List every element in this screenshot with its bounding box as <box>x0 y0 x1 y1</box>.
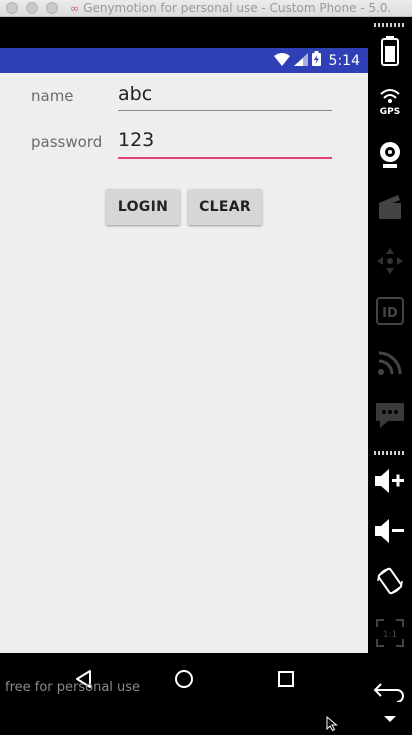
password-input-underline <box>118 157 332 159</box>
clear-button[interactable]: CLEAR <box>188 189 262 225</box>
id-icon[interactable]: ID <box>372 293 408 329</box>
volume-down-icon[interactable] <box>372 513 408 549</box>
nav-recents-button[interactable] <box>274 667 298 691</box>
message-icon[interactable] <box>372 397 408 433</box>
app-content: name abc password 123 LOGIN CLEAR <box>0 73 368 653</box>
signal-icon <box>293 51 308 70</box>
capture-icon[interactable] <box>372 189 408 225</box>
genymotion-tool-sidebar: GPS ID 1:1 <box>368 17 412 731</box>
gps-icon[interactable]: GPS <box>372 83 408 119</box>
genymotion-logo-icon: ∞ <box>70 2 80 15</box>
name-input-value: abc <box>118 83 153 105</box>
login-button[interactable]: LOGIN <box>106 189 180 225</box>
mouse-cursor-icon <box>326 715 338 735</box>
webcam-icon[interactable] <box>372 137 408 173</box>
network-icon[interactable] <box>372 345 408 381</box>
emulator-screen: 5:14 name abc password 123 LOGIN CLEAR f… <box>0 17 368 731</box>
name-input-underline <box>118 110 332 111</box>
minimize-window-button[interactable] <box>26 2 38 14</box>
back-icon[interactable] <box>372 673 408 709</box>
window-title: ∞ Genymotion for personal use - Custom Ph… <box>70 1 392 15</box>
battery-charging-icon <box>311 51 321 70</box>
password-input[interactable]: 123 <box>118 127 332 159</box>
name-label: name <box>31 87 74 105</box>
sidebar-grip-middle <box>374 451 406 455</box>
dpad-icon[interactable] <box>372 243 408 279</box>
close-window-button[interactable] <box>6 2 18 14</box>
svg-text:GPS: GPS <box>380 107 400 116</box>
status-time: 5:14 <box>328 52 360 69</box>
zoom-window-button[interactable] <box>46 2 58 14</box>
sidebar-grip-top <box>374 23 406 27</box>
watermark-text: free for personal use <box>5 680 141 695</box>
rotate-icon[interactable] <box>372 563 408 599</box>
name-input[interactable]: abc <box>118 81 332 111</box>
volume-up-icon[interactable] <box>372 463 408 499</box>
pixel-perfect-icon[interactable]: 1:1 <box>372 615 408 651</box>
nav-home-button[interactable] <box>172 667 196 691</box>
password-input-value: 123 <box>118 129 155 151</box>
android-status-bar: 5:14 <box>0 48 368 73</box>
svg-text:ID: ID <box>382 306 398 321</box>
wifi-icon <box>273 51 290 70</box>
svg-text:1:1: 1:1 <box>383 630 397 640</box>
password-label: password <box>31 133 103 151</box>
battery-icon[interactable] <box>372 33 408 69</box>
window-title-bar: ∞ Genymotion for personal use - Custom Ph… <box>0 0 412 17</box>
menu-icon[interactable] <box>372 709 408 729</box>
